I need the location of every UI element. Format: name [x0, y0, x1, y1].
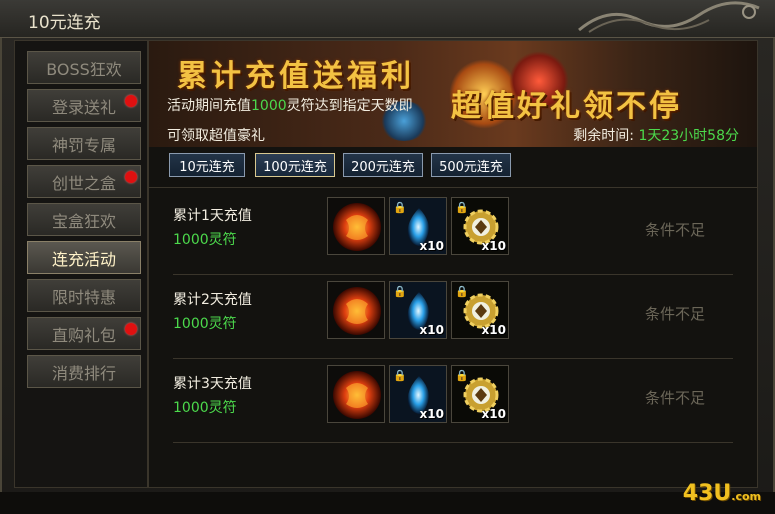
bottom-strip [0, 492, 775, 514]
tab-label: 10元连充 [179, 159, 235, 175]
main-panel: 累计充值送福利 超值好礼领不停 活动期间充值1000灵符达到指定天数即 可领取超… [148, 40, 758, 488]
sidebar-item-label: 登录送礼 [51, 97, 116, 117]
lock-icon: 🔒 [393, 285, 407, 298]
sidebar-item-label: BOSS狂欢 [46, 59, 122, 79]
sidebar-item-genesis-box[interactable]: 创世之盒 [27, 165, 141, 198]
remaining-time: 剩余时间: 1天23小时58分 [573, 125, 739, 145]
item-quantity: x10 [419, 239, 444, 253]
sidebar-item-label: 直购礼包 [51, 325, 116, 345]
tab-200[interactable]: 200元连充 [343, 153, 423, 177]
item-quantity: x10 [481, 239, 506, 253]
notification-dot-icon [125, 95, 137, 107]
sidebar-item-exclusive[interactable]: 神罚专属 [27, 127, 141, 160]
sidebar-item-spending-rank[interactable]: 消费排行 [27, 355, 141, 388]
sidebar-item-login-gift[interactable]: 登录送礼 [27, 89, 141, 122]
status-text: 条件不足 [644, 389, 705, 407]
sidebar-item-direct-buy[interactable]: 直购礼包 [27, 317, 141, 350]
sidebar-item-limited-offer[interactable]: 限时特惠 [27, 279, 141, 312]
sidebar-item-label: 消费排行 [51, 363, 116, 383]
fire-orb-icon[interactable] [327, 365, 385, 423]
item-quantity: x10 [419, 323, 444, 337]
item-quantity: x10 [419, 407, 444, 421]
banner-description-line2: 可领取超值豪礼 [167, 128, 265, 144]
row-label: 累计2天充值 [173, 292, 252, 308]
window-title: 10元连充 [28, 13, 101, 33]
reward-row: 累计2天充值 1000灵符 🔒 x10 🔒 x10 条件不足 [173, 275, 733, 359]
row-amount: 1000灵符 [173, 400, 237, 416]
dragon-ornament-icon [578, 1, 760, 33]
sidebar-item-label: 宝盒狂欢 [51, 211, 116, 231]
event-banner: 累计充值送福利 超值好礼领不停 活动期间充值1000灵符达到指定天数即 可领取超… [149, 41, 757, 147]
title-bar: 10元连充 [0, 0, 775, 38]
row-label: 累计3天充值 [173, 376, 252, 392]
sidebar-item-label: 创世之盒 [51, 173, 116, 193]
status-text: 条件不足 [644, 221, 705, 239]
remaining-time-value: 1天23小时58分 [638, 128, 739, 144]
blue-flame-icon[interactable]: 🔒 x10 [389, 281, 447, 339]
item-quantity: x10 [481, 407, 506, 421]
blue-flame-icon[interactable]: 🔒 x10 [389, 197, 447, 255]
lock-icon: 🔒 [455, 369, 469, 382]
gold-gear-icon[interactable]: 🔒 x10 [451, 281, 509, 339]
gold-gear-icon[interactable]: 🔒 x10 [451, 365, 509, 423]
sidebar-item-label: 连充活动 [51, 249, 116, 269]
tab-500[interactable]: 500元连充 [431, 153, 511, 177]
remaining-time-label: 剩余时间: [573, 128, 634, 144]
site-watermark: 43U.com [683, 481, 761, 506]
lock-icon: 🔒 [393, 201, 407, 214]
sidebar-item-boss[interactable]: BOSS狂欢 [27, 51, 141, 84]
lock-icon: 🔒 [393, 369, 407, 382]
notification-dot-icon [125, 171, 137, 183]
sidebar: BOSS狂欢 登录送礼 神罚专属 创世之盒 宝盒狂欢 连充活动 限时特惠 直购礼… [14, 40, 148, 488]
desc-suffix: 灵符达到指定天数即 [286, 98, 413, 114]
tab-label: 500元连充 [439, 159, 503, 175]
sidebar-item-label: 神罚专属 [51, 135, 116, 155]
watermark-suffix: .com [731, 490, 761, 503]
banner-slogan: 超值好礼领不停 [451, 89, 682, 124]
row-label: 累计1天充值 [173, 208, 252, 224]
desc-highlight: 1000 [251, 98, 287, 114]
sidebar-item-treasure-box[interactable]: 宝盒狂欢 [27, 203, 141, 236]
sidebar-item-label: 限时特惠 [51, 287, 116, 307]
lock-icon: 🔒 [455, 285, 469, 298]
item-quantity: x10 [481, 323, 506, 337]
sidebar-item-recharge-event[interactable]: 连充活动 [27, 241, 141, 274]
watermark-main: 43U [682, 481, 732, 506]
banner-description: 活动期间充值1000灵符达到指定天数即 [167, 95, 413, 115]
row-amount: 1000灵符 [173, 232, 237, 248]
tab-label: 200元连充 [351, 159, 415, 175]
banner-title: 累计充值送福利 [177, 59, 415, 94]
fire-orb-icon[interactable] [327, 281, 385, 339]
blue-flame-icon[interactable]: 🔒 x10 [389, 365, 447, 423]
tab-label: 100元连充 [263, 159, 327, 175]
tab-100[interactable]: 100元连充 [255, 153, 335, 177]
reward-row: 累计1天充值 1000灵符 🔒 x10 🔒 x10 条件不足 [173, 191, 733, 275]
fire-orb-icon[interactable] [327, 197, 385, 255]
divider [149, 187, 757, 188]
gold-gear-icon[interactable]: 🔒 x10 [451, 197, 509, 255]
tab-10[interactable]: 10元连充 [169, 153, 245, 177]
lock-icon: 🔒 [455, 201, 469, 214]
desc-prefix: 活动期间充值 [167, 98, 251, 114]
row-amount: 1000灵符 [173, 316, 237, 332]
status-text: 条件不足 [644, 305, 705, 323]
notification-dot-icon [125, 323, 137, 335]
reward-row: 累计3天充值 1000灵符 🔒 x10 🔒 x10 条件不足 [173, 359, 733, 443]
